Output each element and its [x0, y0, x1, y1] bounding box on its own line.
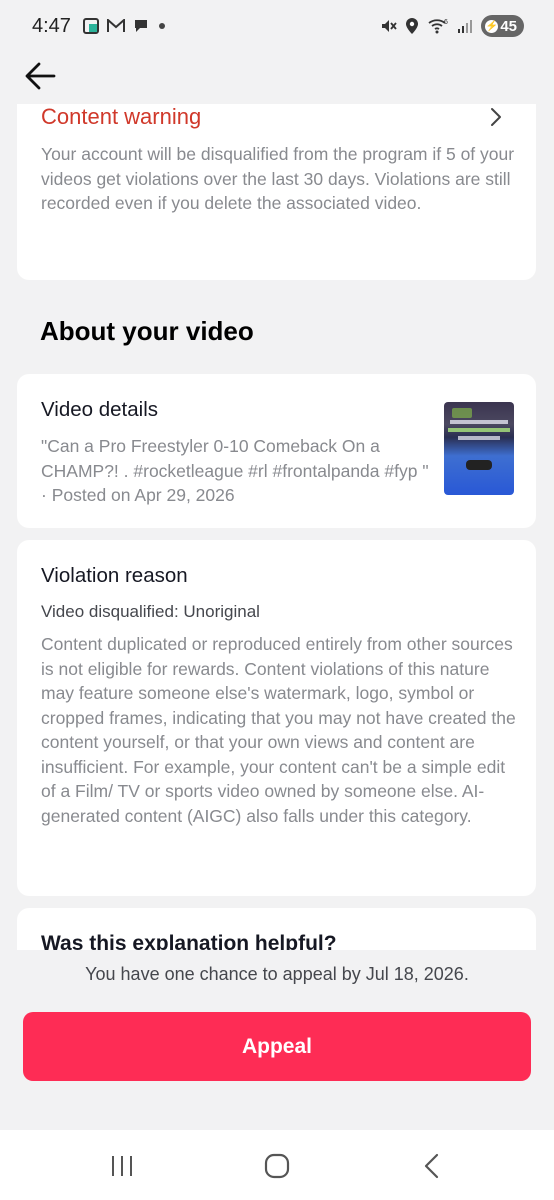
content-warning-text: Your account will be disqualified from t…: [41, 144, 515, 213]
feedback-card: Was this explanation helpful?: [17, 908, 536, 950]
content-scroll-area[interactable]: Content warning Your account will be dis…: [0, 104, 554, 950]
chevron-right-icon: [491, 108, 501, 126]
content-warning-card[interactable]: Content warning Your account will be dis…: [17, 104, 536, 280]
status-bar: 4:47 6 ⚡ 45: [0, 0, 554, 52]
back-chevron-icon: [424, 1153, 439, 1179]
appeal-deadline-text: You have one chance to appeal by Jul 18,…: [85, 964, 469, 984]
gallery-icon: [82, 18, 99, 34]
dot-icon: [157, 21, 167, 31]
wifi-label: 6: [444, 19, 448, 26]
status-left: 4:47: [32, 15, 167, 38]
battery-icon: ⚡ 45: [481, 15, 524, 37]
system-back-button[interactable]: [412, 1150, 452, 1182]
gmail-icon: [106, 19, 125, 33]
chat-icon: [133, 18, 149, 34]
location-icon: [405, 17, 419, 35]
recent-apps-button[interactable]: [102, 1150, 142, 1182]
appeal-panel: You have one chance to appeal by Jul 18,…: [0, 950, 554, 1130]
violation-reason-title: Violation reason: [41, 564, 188, 587]
charging-icon: ⚡: [485, 19, 499, 33]
recent-apps-icon: [112, 1156, 132, 1176]
mute-icon: [379, 17, 398, 35]
back-button[interactable]: [22, 58, 62, 94]
content-warning-title: Content warning: [41, 104, 202, 129]
video-details-title: Video details: [41, 398, 159, 421]
violation-description: Content duplicated or reproduced entirel…: [41, 634, 516, 826]
signal-icon: [457, 18, 473, 34]
violation-subtitle: Video disqualified: Unoriginal: [41, 602, 260, 621]
appeal-button[interactable]: Appeal: [23, 1012, 531, 1081]
feedback-title: Was this explanation helpful?: [41, 932, 337, 950]
section-title: About your video: [40, 316, 254, 346]
battery-level: 45: [500, 17, 517, 35]
status-time: 4:47: [32, 14, 71, 37]
home-icon: [264, 1153, 290, 1179]
status-right: 6 ⚡ 45: [379, 15, 524, 37]
video-thumbnail[interactable]: [444, 402, 514, 495]
violation-reason-card: Violation reason Video disqualified: Uno…: [17, 540, 536, 896]
video-details-card[interactable]: Video details "Can a Pro Freestyler 0-10…: [17, 374, 536, 528]
system-nav-bar: [0, 1130, 554, 1200]
wifi-icon: 6: [427, 17, 449, 35]
home-button[interactable]: [257, 1150, 297, 1182]
video-description: "Can a Pro Freestyler 0-10 Comeback On a…: [41, 436, 429, 505]
arrow-left-icon: [25, 62, 56, 90]
